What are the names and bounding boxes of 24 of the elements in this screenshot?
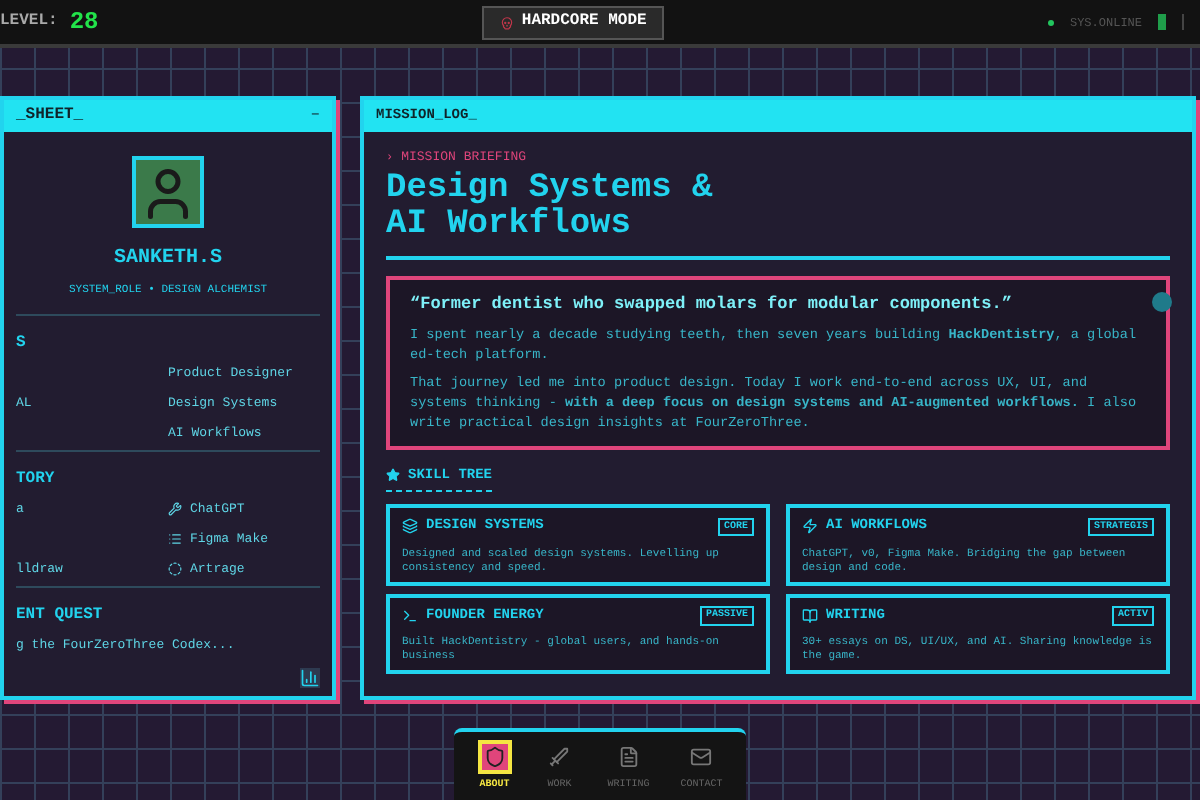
minimize-button[interactable]: –	[310, 104, 320, 128]
bar-chart-icon	[300, 668, 320, 688]
circle-button[interactable]	[1152, 291, 1172, 312]
section-heading: TORY	[16, 468, 55, 493]
wrench-icon	[168, 502, 182, 517]
list-icon	[168, 532, 182, 547]
signal-bar-icon	[1158, 14, 1166, 30]
level-label: LEVEL:	[0, 10, 58, 34]
quote-text: “Former dentist who swapped molars for modular components.”	[410, 291, 1014, 317]
star-icon	[386, 468, 400, 483]
lightning-icon	[802, 518, 818, 535]
shield-icon	[477, 739, 512, 774]
section-heading: S	[16, 332, 26, 357]
layers-icon	[402, 518, 418, 535]
section-heading: ENT QUEST	[16, 604, 103, 629]
skull-icon	[499, 15, 514, 29]
hardcore-mode-button[interactable]: HARDCORE MODE	[481, 5, 665, 39]
mission-heading: Design Systems & AI Workflows	[386, 171, 713, 244]
character-name: SANKETH.S	[113, 246, 222, 274]
book-icon	[802, 607, 818, 624]
terminal-icon	[402, 607, 418, 624]
panel-title: _SHEET_	[16, 104, 84, 128]
level-value: 28	[69, 6, 99, 40]
gear-icon	[168, 562, 182, 577]
